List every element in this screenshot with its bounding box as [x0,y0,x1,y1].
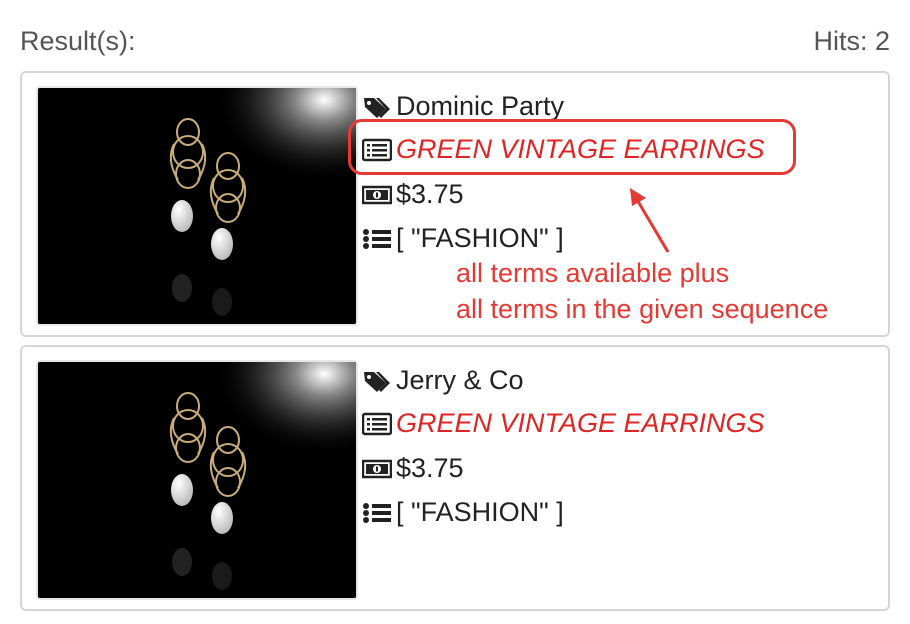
title-field[interactable]: GREEN VINTAGE EARRINGS [362,408,765,439]
annotation-highlight-box [348,119,796,175]
list-alt-icon [362,410,396,438]
vendor-name: Dominic Party [396,91,565,121]
hits-count: Hits: 2 [813,26,890,56]
product-categories: [ "FASHION" ] [396,497,564,527]
product-price: $3.75 [396,453,464,483]
product-image[interactable] [36,86,358,326]
vendor-field: Jerry & Co [362,365,524,396]
result-card[interactable]: Jerry & Co GREEN VINTAGE EARRINGS $3.75 … [20,345,890,611]
product-price: $3.75 [396,179,464,209]
annotation-text-line1: all terms available plus [456,258,730,288]
money-bill-icon [362,181,396,209]
tags-icon [362,367,396,395]
categories-field: [ "FASHION" ] [362,497,564,528]
vendor-field: Dominic Party [362,91,564,122]
product-title[interactable]: GREEN VINTAGE EARRINGS [396,408,765,439]
results-label: Result(s): [20,26,136,56]
categories-field: [ "FASHION" ] [362,223,564,254]
annotation-text-line2: all terms in the given sequence [456,294,829,324]
price-field: $3.75 [362,179,464,210]
money-bill-icon [362,455,396,483]
product-categories: [ "FASHION" ] [396,223,564,253]
product-image[interactable] [36,360,358,600]
vendor-name: Jerry & Co [396,365,524,395]
tags-icon [362,93,396,121]
list-icon [362,225,396,253]
list-icon [362,499,396,527]
annotation-arrow-icon [630,188,670,253]
price-field: $3.75 [362,453,464,484]
